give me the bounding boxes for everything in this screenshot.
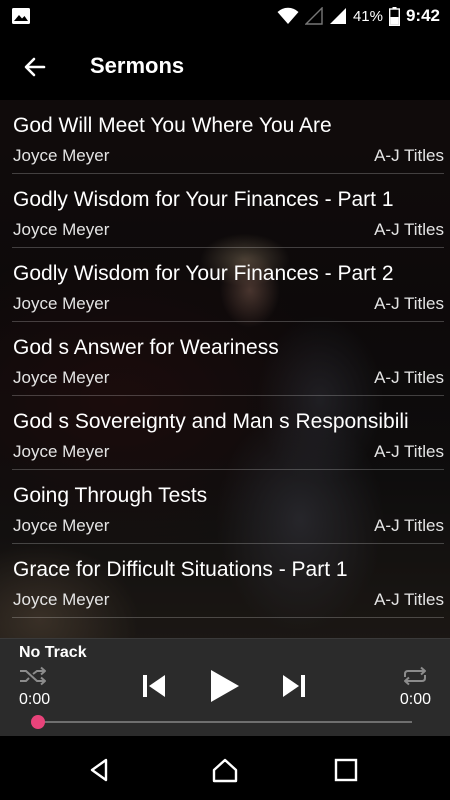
nav-recents-icon[interactable] bbox=[332, 756, 360, 784]
sermon-category: A-J Titles bbox=[374, 590, 444, 609]
sermon-title: God Will Meet You Where You Are bbox=[13, 114, 332, 137]
sermon-title: Grace for Difficult Situations - Part 1 bbox=[13, 558, 348, 581]
media-player: No Track 0:00 0:00 bbox=[0, 638, 450, 736]
shuffle-icon[interactable] bbox=[18, 666, 48, 686]
duration-time: 0:00 bbox=[399, 691, 431, 708]
gallery-icon bbox=[12, 8, 30, 24]
sermon-title: Going Through Tests bbox=[13, 484, 208, 507]
track-name: No Track bbox=[19, 644, 87, 661]
sermon-list-container: God Will Meet You Where You Are Joyce Me… bbox=[0, 100, 450, 638]
sermon-category: A-J Titles bbox=[374, 368, 444, 387]
sermon-category: A-J Titles bbox=[374, 294, 444, 313]
nav-home-icon[interactable] bbox=[211, 756, 239, 784]
sermon-category: A-J Titles bbox=[374, 516, 444, 535]
status-bar: 41% 9:42 bbox=[0, 0, 450, 32]
sermon-author: Joyce Meyer bbox=[13, 146, 110, 165]
list-item[interactable]: Grace for Difficult Situations - Part 1 … bbox=[12, 544, 444, 618]
sermon-author: Joyce Meyer bbox=[13, 368, 110, 387]
previous-icon[interactable] bbox=[138, 670, 170, 702]
sermon-author: Joyce Meyer bbox=[13, 442, 110, 461]
nav-back-icon[interactable] bbox=[86, 756, 114, 784]
sermon-author: Joyce Meyer bbox=[13, 516, 110, 535]
sermon-list: God Will Meet You Where You Are Joyce Me… bbox=[0, 100, 450, 618]
wifi-icon bbox=[277, 7, 299, 24]
play-icon[interactable] bbox=[205, 667, 243, 705]
next-icon[interactable] bbox=[278, 670, 310, 702]
app-bar: Sermons bbox=[0, 32, 450, 100]
battery-percentage: 41% bbox=[352, 7, 383, 25]
list-item[interactable]: God Will Meet You Where You Are Joyce Me… bbox=[12, 100, 444, 174]
list-item[interactable]: Godly Wisdom for Your Finances - Part 1 … bbox=[12, 174, 444, 248]
list-item[interactable]: Godly Wisdom for Your Finances - Part 2 … bbox=[12, 248, 444, 322]
sermon-title: God s Answer for Weariness bbox=[13, 336, 279, 359]
battery-icon bbox=[388, 6, 400, 26]
no-signal-icon bbox=[304, 7, 323, 25]
list-item[interactable]: Going Through Tests Joyce Meyer A-J Titl… bbox=[12, 470, 444, 544]
seek-thumb[interactable] bbox=[31, 715, 45, 729]
back-arrow-icon[interactable] bbox=[20, 52, 50, 82]
sermon-category: A-J Titles bbox=[374, 220, 444, 239]
page-title: Sermons bbox=[90, 53, 185, 78]
clock: 9:42 bbox=[405, 6, 440, 25]
sermon-category: A-J Titles bbox=[374, 146, 444, 165]
sermon-category: A-J Titles bbox=[374, 442, 444, 461]
list-item[interactable]: God s Sovereignty and Man s Responsibili… bbox=[12, 396, 444, 470]
sermon-title: Godly Wisdom for Your Finances - Part 1 bbox=[13, 188, 394, 211]
elapsed-time: 0:00 bbox=[19, 691, 51, 708]
sermon-author: Joyce Meyer bbox=[13, 220, 110, 239]
list-item[interactable]: God s Answer for Weariness Joyce Meyer A… bbox=[12, 322, 444, 396]
sermon-title: God s Sovereignty and Man s Responsibili bbox=[13, 410, 409, 433]
seek-bar[interactable] bbox=[38, 721, 412, 723]
sermon-author: Joyce Meyer bbox=[13, 294, 110, 313]
sermon-title: Godly Wisdom for Your Finances - Part 2 bbox=[13, 262, 394, 285]
sermon-author: Joyce Meyer bbox=[13, 590, 110, 609]
repeat-icon[interactable] bbox=[400, 666, 430, 686]
system-nav-bar bbox=[0, 738, 450, 800]
cell-signal-icon bbox=[329, 8, 346, 24]
